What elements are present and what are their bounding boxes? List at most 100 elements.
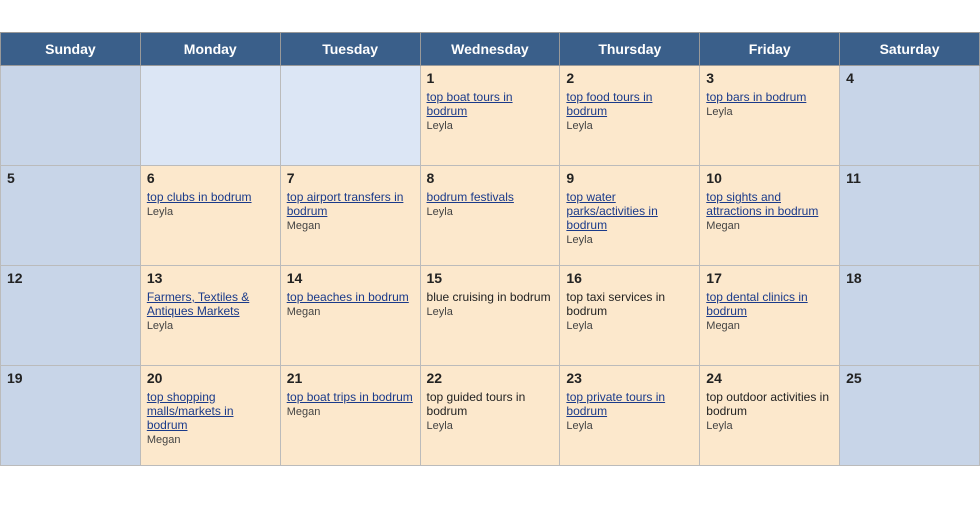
calendar-cell: 25 <box>840 366 980 466</box>
event-owner: Leyla <box>427 206 554 218</box>
event-owner: Megan <box>706 220 833 232</box>
event-owner: Leyla <box>427 120 554 132</box>
day-number: 7 <box>287 170 414 186</box>
calendar-cell: 22 top guided tours in bodrum Leyla <box>420 366 560 466</box>
day-number: 5 <box>7 170 134 186</box>
event-link[interactable]: top boat trips in bodrum <box>287 390 414 404</box>
header-friday: Friday <box>700 33 840 66</box>
day-number: 17 <box>706 270 833 286</box>
calendar-cell: 14 top beaches in bodrum Megan <box>280 266 420 366</box>
header-sunday: Sunday <box>1 33 141 66</box>
calendar-cell: 23 top private tours in bodrum Leyla <box>560 366 700 466</box>
day-number: 24 <box>706 370 833 386</box>
week-row-1: 56 top clubs in bodrum Leyla 7 top airport t… <box>1 166 980 266</box>
day-number: 23 <box>566 370 693 386</box>
calendar-cell: 15blue cruising in bodrumLeyla <box>420 266 560 366</box>
calendar-cell: 12 <box>1 266 141 366</box>
header-monday: Monday <box>140 33 280 66</box>
event-link[interactable]: top clubs in bodrum <box>147 190 274 204</box>
day-number: 25 <box>846 370 973 386</box>
header-wednesday: Wednesday <box>420 33 560 66</box>
day-number: 3 <box>706 70 833 86</box>
calendar-cell: 2 top food tours in bodrum Leyla <box>560 66 700 166</box>
header-row: SundayMondayTuesdayWednesdayThursdayFrid… <box>1 33 980 66</box>
event-link[interactable]: top private tours in bodrum <box>566 390 693 418</box>
event-link[interactable]: bodrum festivals <box>427 190 554 204</box>
calendar-cell: 6 top clubs in bodrum Leyla <box>140 166 280 266</box>
day-number: 16 <box>566 270 693 286</box>
header-thursday: Thursday <box>560 33 700 66</box>
event-owner: Leyla <box>566 120 693 132</box>
header-tuesday: Tuesday <box>280 33 420 66</box>
event-owner: Leyla <box>566 234 693 246</box>
calendar-cell <box>1 66 141 166</box>
week-row-0: 1 top boat tours in bodrum Leyla 2 top food … <box>1 66 980 166</box>
day-number: 20 <box>147 370 274 386</box>
event-link[interactable]: top beaches in bodrum <box>287 290 414 304</box>
calendar-cell: 17 top dental clinics in bodrum Megan <box>700 266 840 366</box>
event-owner: Leyla <box>706 106 833 118</box>
event-link[interactable]: top bars in bodrum <box>706 90 833 104</box>
calendar-cell: 7 top airport transfers in bodrum Megan <box>280 166 420 266</box>
day-number: 15 <box>427 270 554 286</box>
calendar-cell: 5 <box>1 166 141 266</box>
calendar-cell: 21 top boat trips in bodrum Megan <box>280 366 420 466</box>
event-text: top guided tours in bodrum <box>427 390 554 418</box>
event-owner: Leyla <box>147 206 274 218</box>
event-link[interactable]: Farmers, Textiles & Antiques Markets <box>147 290 274 318</box>
day-number: 10 <box>706 170 833 186</box>
calendar-cell: 1 top boat tours in bodrum Leyla <box>420 66 560 166</box>
calendar-cell: 18 <box>840 266 980 366</box>
event-owner: Leyla <box>706 420 833 432</box>
day-number: 4 <box>846 70 973 86</box>
week-row-2: 12 13 Farmers, Textiles & Antiques Markets… <box>1 266 980 366</box>
day-number: 21 <box>287 370 414 386</box>
event-link[interactable]: top water parks/activities in bodrum <box>566 190 693 232</box>
calendar-cell: 8 bodrum festivals Leyla <box>420 166 560 266</box>
day-number: 11 <box>846 170 973 186</box>
event-link[interactable]: top dental clinics in bodrum <box>706 290 833 318</box>
day-number: 9 <box>566 170 693 186</box>
calendar-cell <box>280 66 420 166</box>
calendar-cell: 13Farmers, Textiles & Antiques MarketsLe… <box>140 266 280 366</box>
calendar-cell: 3 top bars in bodrum Leyla <box>700 66 840 166</box>
event-text: blue cruising in bodrum <box>427 290 554 304</box>
day-number: 8 <box>427 170 554 186</box>
calendar-cell: 10 top sights and attractions in bodrum Me… <box>700 166 840 266</box>
day-number: 2 <box>566 70 693 86</box>
event-text: top outdoor activities in bodrum <box>706 390 833 418</box>
day-number: 18 <box>846 270 973 286</box>
event-owner: Megan <box>287 220 414 232</box>
event-text: top taxi services in bodrum <box>566 290 693 318</box>
event-owner: Megan <box>706 320 833 332</box>
week-row-3: 19 20 top shopping malls/markets in bodrum… <box>1 366 980 466</box>
event-link[interactable]: top boat tours in bodrum <box>427 90 554 118</box>
day-number: 13 <box>147 270 274 286</box>
day-number: 12 <box>7 270 134 286</box>
event-link[interactable]: top shopping malls/markets in bodrum <box>147 390 274 432</box>
event-owner: Leyla <box>566 420 693 432</box>
calendar-cell: 4 <box>840 66 980 166</box>
day-number: 6 <box>147 170 274 186</box>
header-saturday: Saturday <box>840 33 980 66</box>
calendar-cell: 24 top outdoor activities in bodrum Leyla <box>700 366 840 466</box>
event-owner: Megan <box>287 306 414 318</box>
event-link[interactable]: top food tours in bodrum <box>566 90 693 118</box>
day-number: 14 <box>287 270 414 286</box>
event-owner: Leyla <box>427 420 554 432</box>
event-owner: Megan <box>147 434 274 446</box>
calendar-table: SundayMondayTuesdayWednesdayThursdayFrid… <box>0 32 980 466</box>
calendar-cell: 11 <box>840 166 980 266</box>
calendar-cell <box>140 66 280 166</box>
calendar-title <box>0 0 980 32</box>
day-number: 19 <box>7 370 134 386</box>
event-link[interactable]: top airport transfers in bodrum <box>287 190 414 218</box>
event-owner: Leyla <box>566 320 693 332</box>
calendar-cell: 16 top taxi services in bodrum Leyla <box>560 266 700 366</box>
event-link[interactable]: top sights and attractions in bodrum <box>706 190 833 218</box>
calendar-cell: 9 top water parks/activities in bodrum Ley… <box>560 166 700 266</box>
day-number: 1 <box>427 70 554 86</box>
event-owner: Megan <box>287 406 414 418</box>
day-number: 22 <box>427 370 554 386</box>
calendar-cell: 19 <box>1 366 141 466</box>
